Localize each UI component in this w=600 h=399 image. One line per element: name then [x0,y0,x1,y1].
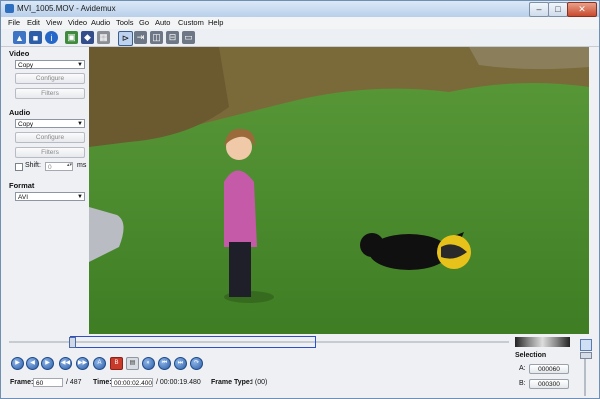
frame-label: Frame: [10,379,34,386]
selection-heading: Selection [515,352,547,359]
calculator-icon[interactable]: ▦ [97,31,110,44]
side-by-side-icon[interactable]: ◫ [150,31,163,44]
video-codec-value: Copy [18,62,34,69]
audio-shift-row: Shift: 0 ▴▾ ms [15,162,89,172]
output-preview-icon[interactable]: ⇥ [134,31,147,44]
video-configure-button[interactable]: Configure [15,73,85,84]
menu-help[interactable]: Help [208,18,223,27]
frame-total: / 487 [66,379,82,386]
close-button[interactable]: ✕ [567,2,597,17]
shift-unit: ms [77,162,87,169]
selection-panel: Selection A: 000060 B: 000300 [509,337,599,398]
navigation-toolbar: ▶ ◀ ▶ ◀◀ ▶▶ A B ▤ ◐ ⏮ ⏭ ↷ [1,357,511,373]
info-icon[interactable]: i [45,31,58,44]
window-title: MVI_1005.MOV - Avidemux [17,4,116,13]
avidemux-app-icon [5,4,14,13]
next-keyframe-icon[interactable]: ▶▶ [76,357,89,370]
time-input[interactable]: 00:00:02.400 [111,378,153,387]
video-frame-image [89,47,589,334]
left-panel: Video Copy ▼ Configure Filters Audio Copy… [1,47,89,334]
seek-thumb[interactable] [68,337,76,348]
time-total: / 00:00:19.480 [156,379,201,386]
menu-view[interactable]: View [46,18,62,27]
top-bottom-icon[interactable]: ⊟ [166,31,179,44]
menu-auto[interactable]: Auto [155,18,170,27]
previous-frame-icon[interactable]: ◀ [26,357,39,370]
menu-tools[interactable]: Tools [116,18,134,27]
format-heading: Format [9,181,35,190]
title-bar: MVI_1005.MOV - Avidemux – □ ✕ [1,1,599,17]
marker-a-label: A: [519,365,526,372]
audio-configure-button[interactable]: Configure [15,132,85,143]
video-codec-select[interactable]: Copy ▼ [15,60,85,69]
video-preview [89,47,589,334]
menu-edit[interactable]: Edit [27,18,40,27]
shift-label: Shift: [25,162,41,169]
spin-arrows-icon[interactable]: ▴▾ [67,162,72,168]
previous-keyframe-icon[interactable]: ◀◀ [59,357,72,370]
first-frame-icon[interactable]: ⏮ [158,357,171,370]
separate-view-icon[interactable]: ▭ [182,31,195,44]
next-frame-icon[interactable]: ▶ [41,357,54,370]
set-marker-a-icon[interactable]: A [93,357,106,370]
maximize-button[interactable]: □ [548,2,568,17]
volume-icon[interactable] [580,339,592,351]
previous-black-frame-icon[interactable]: ▤ [126,357,139,370]
app-window: MVI_1005.MOV - Avidemux – □ ✕ File Edit … [0,0,600,399]
marker-a-button[interactable]: 000060 [529,364,569,374]
status-bar: Frame: 60 / 487 Time: 00:00:02.400 / 00:… [1,378,511,390]
video-heading: Video [9,49,30,58]
frame-type-value: I (00) [251,379,268,386]
menu-go[interactable]: Go [139,18,149,27]
next-black-frame-icon[interactable]: ◐ [142,357,155,370]
selection-range [70,336,316,348]
format-value: AVI [18,194,28,201]
audio-codec-value: Copy [18,121,34,128]
play-icon[interactable]: ▶ [11,357,24,370]
format-select[interactable]: AVI ▼ [15,192,85,201]
menu-video[interactable]: Video [68,18,87,27]
menu-custom[interactable]: Custom [178,18,204,27]
save-icon[interactable]: ■ [29,31,42,44]
chevron-down-icon: ▼ [77,194,83,200]
volume-thumb[interactable] [580,352,592,359]
open-icon[interactable]: ▲ [13,31,26,44]
audio-filters-button[interactable]: Filters [15,147,85,158]
save-audio-icon[interactable]: ◆ [81,31,94,44]
menu-audio[interactable]: Audio [91,18,110,27]
input-preview-icon[interactable]: ⊳ [118,31,133,46]
menu-file[interactable]: File [8,18,20,27]
shift-checkbox[interactable] [15,163,23,171]
marker-b-button[interactable]: 000300 [529,379,569,389]
frame-input[interactable]: 60 [33,378,63,387]
minimize-button[interactable]: – [529,2,549,17]
video-filters-button[interactable]: Filters [15,88,85,99]
marker-b-label: B: [519,380,526,387]
frame-type-label: Frame Type: [211,379,253,386]
last-frame-icon[interactable]: ⏭ [174,357,187,370]
chevron-down-icon: ▼ [77,62,83,68]
jog-shuttle[interactable] [515,337,570,347]
goto-frame-icon[interactable]: ↷ [190,357,203,370]
audio-heading: Audio [9,108,31,117]
set-marker-b-icon[interactable]: B [110,357,123,370]
save-video-icon[interactable]: ▣ [65,31,78,44]
chevron-down-icon: ▼ [77,121,83,127]
time-label: Time: [93,379,112,386]
toolbar: ▲ ■ i ▣ ◆ ▦ ⊳ ⇥ ◫ ⊟ ▭ [1,29,599,47]
audio-codec-select[interactable]: Copy ▼ [15,119,85,128]
menu-bar: File Edit View Video Audio Tools Go Auto… [1,17,599,29]
